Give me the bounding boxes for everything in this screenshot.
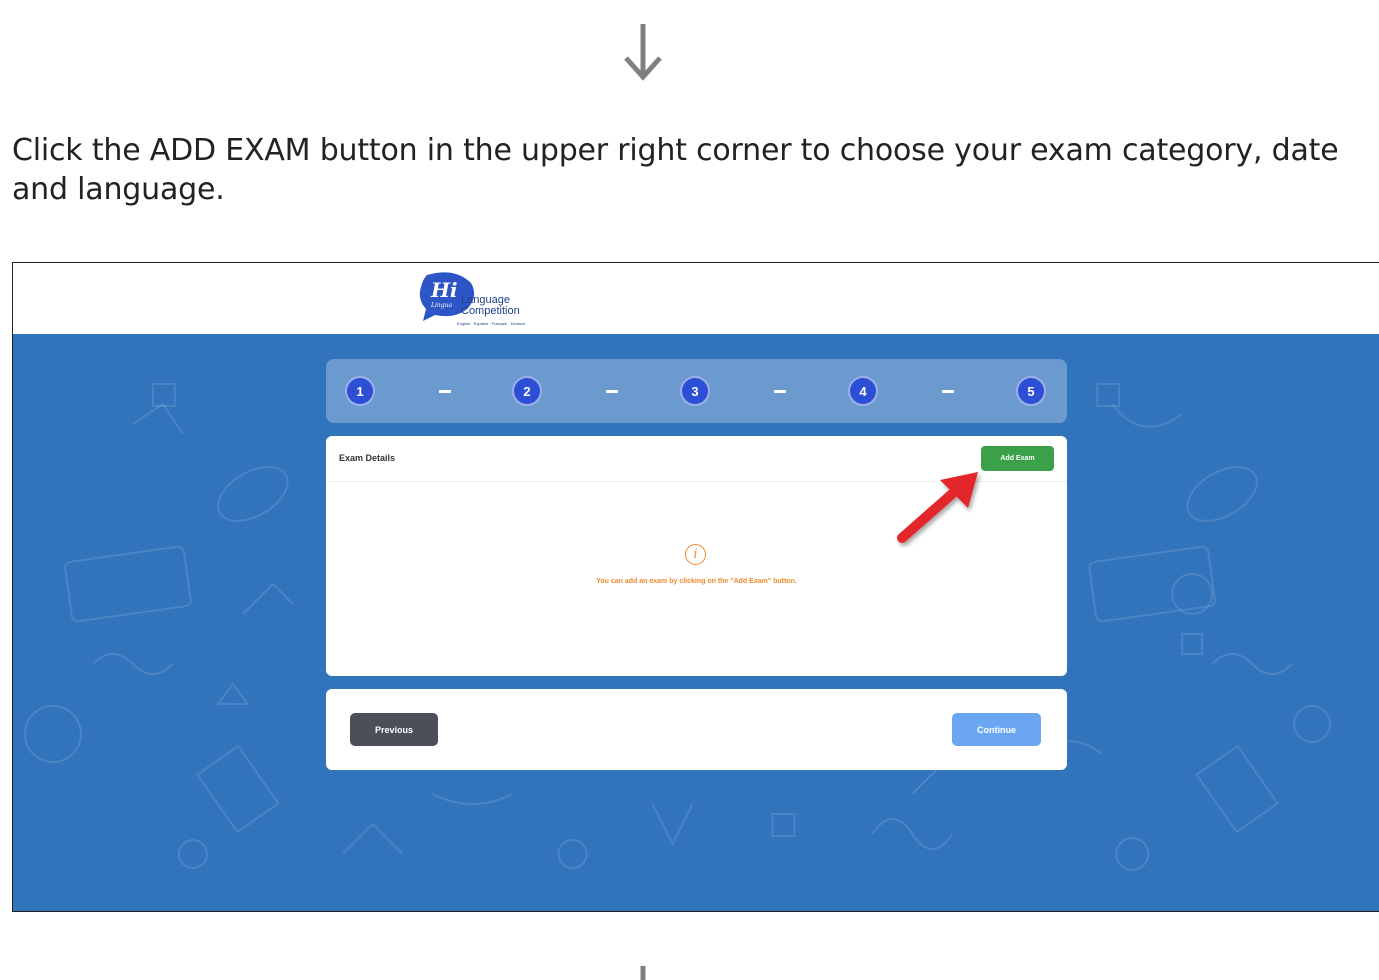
arrow-down-icon <box>624 24 662 81</box>
step-3[interactable]: 3 <box>680 376 710 406</box>
svg-text:Hi: Hi <box>430 278 458 302</box>
previous-button[interactable]: Previous <box>350 713 438 746</box>
step-1[interactable]: 1 <box>345 376 375 406</box>
continue-button[interactable]: Continue <box>952 713 1041 746</box>
logo-title: Language Competition <box>461 294 520 317</box>
navigation-card: Previous Continue <box>326 689 1067 770</box>
logo-languages: English · Español · Français · Deutsch <box>457 321 526 326</box>
arrow-down-icon <box>640 966 646 980</box>
step-2[interactable]: 2 <box>512 376 542 406</box>
site-header: Hi Lingua Language Competition English ·… <box>13 263 1379 334</box>
screenshot-frame: Hi Lingua Language Competition English ·… <box>12 262 1379 912</box>
red-pointer-arrow-icon <box>897 472 978 543</box>
step-separator <box>774 390 786 393</box>
empty-state-message: You can add an exam by clicking on the "… <box>596 578 797 585</box>
step-5[interactable]: 5 <box>1016 376 1046 406</box>
step-4[interactable]: 4 <box>848 376 878 406</box>
svg-text:Lingua: Lingua <box>430 302 452 309</box>
step-separator <box>439 390 451 393</box>
stepper: 1 2 3 4 5 <box>326 359 1067 423</box>
add-exam-button[interactable]: Add Exam <box>981 446 1054 471</box>
instruction-text: Click the ADD EXAM button in the upper r… <box>12 133 1339 207</box>
step-separator <box>942 390 954 393</box>
logo: Hi Lingua Language Competition English ·… <box>417 271 557 327</box>
card-title: Exam Details <box>339 453 396 463</box>
step-separator <box>606 390 618 393</box>
page-background: 1 2 3 4 5 Exam Details Add Exam i You ca… <box>13 334 1379 911</box>
info-circle-icon: i <box>685 544 706 565</box>
